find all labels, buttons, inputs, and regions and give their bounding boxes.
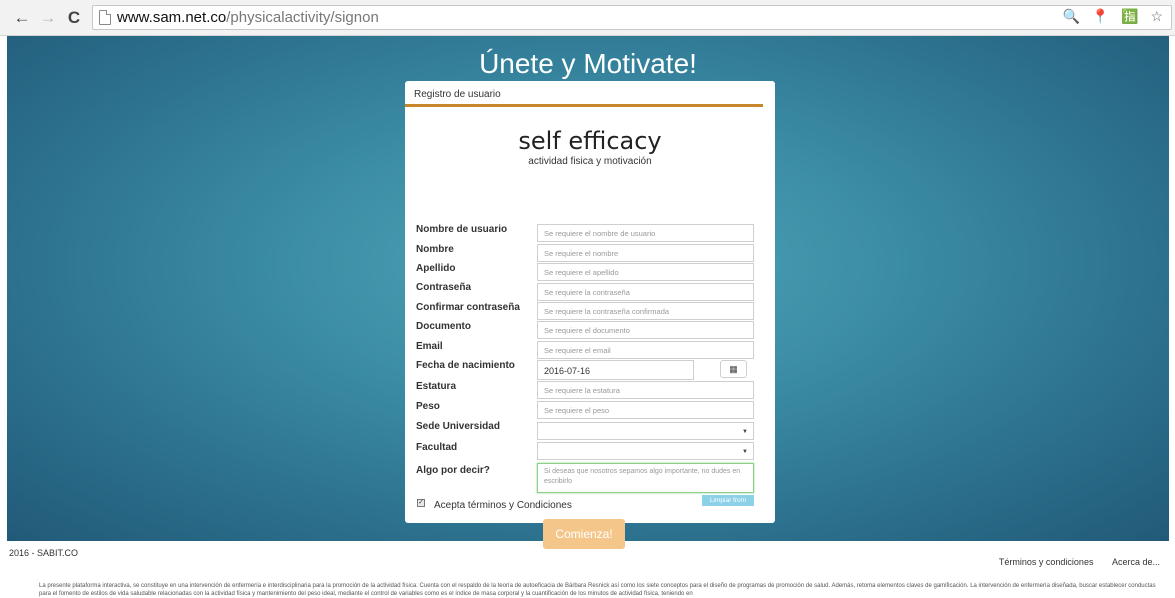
password-input[interactable]: Se requiere la contraseña bbox=[537, 283, 754, 301]
footer-links: Términos y condiciones Acerca de... bbox=[983, 557, 1160, 567]
confirm-password-input[interactable]: Se requiere la contraseña confirmada bbox=[537, 302, 754, 320]
url-host: www.sam.net.co bbox=[117, 9, 227, 26]
back-arrow-icon[interactable]: ← bbox=[11, 7, 33, 29]
omnibox-actions-icon[interactable]: 🔍 📍 🈯 ☆ bbox=[1062, 8, 1167, 25]
card-header: Registro de usuario bbox=[414, 89, 501, 100]
document-input[interactable]: Se requiere el documento bbox=[537, 321, 754, 339]
name-label: Nombre bbox=[416, 244, 454, 255]
weight-label: Peso bbox=[416, 401, 440, 412]
url-text[interactable]: www.sam.net.co/physicalactivity/signon bbox=[117, 9, 379, 26]
faculty-label: Facultad bbox=[416, 442, 458, 453]
comment-textarea[interactable]: Si deseas que nosotros sepamos algo impo… bbox=[537, 463, 754, 493]
hero-section: Únete y Motivate! Registro de usuario se… bbox=[7, 36, 1169, 549]
registration-card: Registro de usuario self efficacy activi… bbox=[405, 81, 775, 549]
logo-subtitle: actividad fisica y motivación bbox=[528, 156, 652, 167]
logo-title: self efficacy bbox=[518, 127, 662, 155]
disclaimer-text: La presente plataforma interactiva, se c… bbox=[39, 583, 1156, 597]
birthdate-label: Fecha de nacimiento bbox=[416, 360, 515, 371]
forward-arrow-icon[interactable]: → bbox=[37, 7, 59, 29]
comment-label: Algo por decir? bbox=[416, 465, 490, 476]
lastname-input[interactable]: Se requiere el apellido bbox=[537, 263, 754, 281]
clear-form-button[interactable]: Limpiar from bbox=[702, 495, 754, 506]
header-divider bbox=[405, 104, 763, 107]
address-bar[interactable]: www.sam.net.co/physicalactivity/signon 🔍… bbox=[92, 5, 1172, 30]
terms-link[interactable]: Términos y condiciones bbox=[999, 557, 1094, 567]
chevron-down-icon: ▼ bbox=[742, 429, 748, 435]
name-input[interactable]: Se requiere el nombre bbox=[537, 244, 754, 262]
email-label: Email bbox=[416, 341, 443, 352]
height-input[interactable]: Se requiere la estatura bbox=[537, 381, 754, 399]
browser-toolbar: ← → C www.sam.net.co/physicalactivity/si… bbox=[0, 0, 1175, 36]
username-label: Nombre de usuario bbox=[416, 224, 508, 235]
lastname-label: Apellido bbox=[416, 263, 456, 274]
reload-icon[interactable]: C bbox=[63, 7, 85, 29]
terms-checkbox[interactable]: ✓ bbox=[417, 499, 425, 507]
page-icon bbox=[99, 10, 111, 25]
document-label: Documento bbox=[416, 321, 471, 332]
copyright-text: 2016 - SABIT.CO bbox=[9, 548, 79, 558]
faculty-select[interactable]: ▼ bbox=[537, 442, 754, 460]
email-input[interactable]: Se requiere el email bbox=[537, 341, 754, 359]
about-link[interactable]: Acerca de... bbox=[1112, 557, 1160, 567]
confirm-password-label: Confirmar contraseña bbox=[416, 302, 520, 313]
url-path: /physicalactivity/signon bbox=[226, 9, 379, 26]
username-input[interactable]: Se requiere el nombre de usuario bbox=[537, 224, 754, 242]
birthdate-input[interactable]: 2016-07-16 bbox=[537, 360, 694, 380]
height-label: Estatura bbox=[416, 381, 457, 392]
calendar-icon[interactable]: ▦ bbox=[720, 360, 747, 378]
page-title: Únete y Motivate! bbox=[479, 48, 697, 79]
chevron-down-icon: ▼ bbox=[742, 449, 748, 455]
campus-select[interactable]: ▼ bbox=[537, 422, 754, 440]
password-label: Contraseña bbox=[416, 282, 472, 293]
campus-label: Sede Universidad bbox=[416, 421, 500, 432]
submit-button[interactable]: Comienza! bbox=[543, 519, 625, 549]
weight-input[interactable]: Se requiere el peso bbox=[537, 401, 754, 419]
terms-label: Acepta términos y Condiciones bbox=[434, 500, 572, 511]
